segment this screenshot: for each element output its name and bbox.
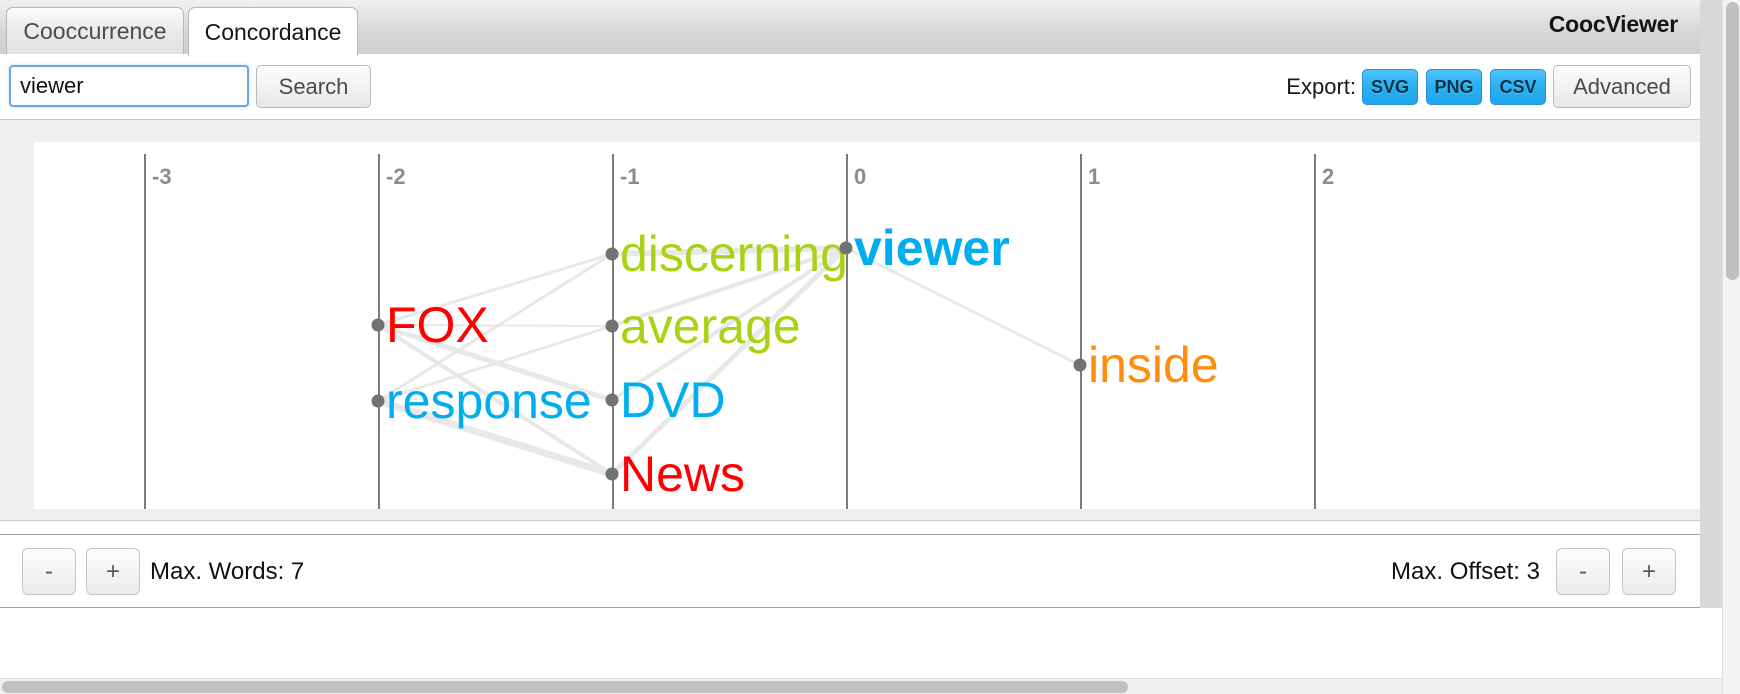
- tab-strip: Cooccurrence Concordance CoocViewer: [0, 0, 1700, 56]
- offset-axis-label: 0: [854, 164, 867, 189]
- offset-axis-label: 1: [1088, 164, 1101, 189]
- search-input[interactable]: [9, 65, 249, 107]
- word-node-label[interactable]: discerning: [620, 229, 848, 279]
- max-words-decrement-label: -: [45, 557, 53, 585]
- tab-concordance[interactable]: Concordance: [188, 7, 358, 56]
- horizontal-scroll-thumb[interactable]: [2, 681, 1128, 693]
- tab-cooccurrence-label: Cooccurrence: [23, 18, 167, 44]
- offset-axis-line: [144, 154, 146, 509]
- word-node-label[interactable]: response: [386, 376, 592, 426]
- export-svg-label: SVG: [1370, 76, 1409, 97]
- right-filler: [1700, 0, 1722, 608]
- max-offset-increment-button[interactable]: +: [1622, 548, 1676, 595]
- export-csv-label: CSV: [1499, 76, 1537, 97]
- export-label: Export:: [1286, 74, 1356, 99]
- max-words-label: Max. Words: 7: [150, 558, 305, 585]
- max-offset-decrement-button[interactable]: -: [1556, 548, 1610, 595]
- word-node-label[interactable]: inside: [1088, 340, 1219, 390]
- offset-axis-line: [378, 154, 380, 509]
- app-window: Cooccurrence Concordance CoocViewer Sear…: [0, 0, 1740, 694]
- max-offset-label: Max. Offset: 3: [1391, 558, 1540, 585]
- app-title: CoocViewer: [1548, 11, 1678, 37]
- tab-concordance-label: Concordance: [204, 18, 342, 45]
- bottom-control-bar: - + Max. Words: 7 Max. Offset: 3 - +: [0, 534, 1700, 608]
- word-node-label[interactable]: FOX: [386, 300, 489, 350]
- word-node-label[interactable]: average: [620, 301, 801, 351]
- bottom-gap: [0, 608, 1722, 678]
- max-offset-increment-label: +: [1641, 557, 1656, 585]
- word-node-dot[interactable]: [839, 241, 853, 255]
- word-node-dot[interactable]: [605, 319, 619, 333]
- offset-axis-label: -2: [386, 164, 406, 189]
- link-layer: [374, 245, 1082, 478]
- horizontal-scrollbar[interactable]: [0, 678, 1722, 694]
- concordance-chart[interactable]: -3 -2 -1 0 1 2 FOX response discerning average DV…: [34, 142, 1700, 509]
- max-words-decrement-button[interactable]: -: [22, 548, 76, 595]
- offset-axis-label: -3: [152, 164, 172, 189]
- advanced-button[interactable]: Advanced: [1553, 65, 1691, 108]
- max-words-increment-button[interactable]: +: [86, 548, 140, 595]
- word-node-label[interactable]: News: [620, 449, 745, 499]
- tab-cooccurrence[interactable]: Cooccurrence: [6, 7, 184, 55]
- word-node-dot[interactable]: [1073, 358, 1087, 372]
- word-node-dot[interactable]: [605, 467, 619, 481]
- offset-axis-line: [846, 154, 848, 509]
- vertical-scrollbar[interactable]: [1722, 0, 1740, 694]
- toolbar: Search Export: SVG PNG CSV Advanced: [0, 54, 1700, 120]
- export-svg-button[interactable]: SVG: [1362, 69, 1418, 105]
- offset-axis-label: -1: [620, 164, 640, 189]
- max-offset-decrement-label: -: [1579, 557, 1587, 585]
- search-button-label: Search: [278, 73, 349, 99]
- export-png-label: PNG: [1434, 76, 1474, 97]
- word-node-label[interactable]: DVD: [620, 375, 726, 425]
- max-words-increment-label: +: [105, 557, 120, 585]
- word-node-dot[interactable]: [371, 394, 385, 408]
- export-csv-button[interactable]: CSV: [1490, 69, 1546, 105]
- export-png-button[interactable]: PNG: [1426, 69, 1482, 105]
- advanced-button-label: Advanced: [1573, 73, 1671, 99]
- word-node-dot[interactable]: [371, 318, 385, 332]
- offset-axis-line: [1080, 154, 1082, 509]
- word-node-dot[interactable]: [605, 247, 619, 261]
- offset-axis-line: [1314, 154, 1316, 509]
- offset-axis-label: 2: [1322, 164, 1335, 189]
- vertical-scroll-thumb[interactable]: [1726, 2, 1739, 280]
- word-node-label[interactable]: viewer: [854, 223, 1010, 273]
- concordance-chart-panel: -3 -2 -1 0 1 2 FOX response discerning average DV…: [0, 120, 1700, 521]
- word-node-dot[interactable]: [605, 393, 619, 407]
- search-button[interactable]: Search: [256, 65, 371, 108]
